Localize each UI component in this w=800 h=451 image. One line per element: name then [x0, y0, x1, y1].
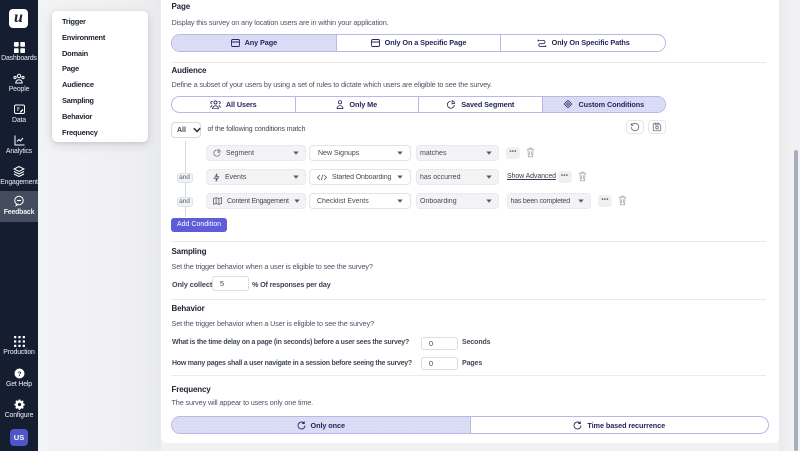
svg-text:?: ?: [17, 371, 21, 378]
